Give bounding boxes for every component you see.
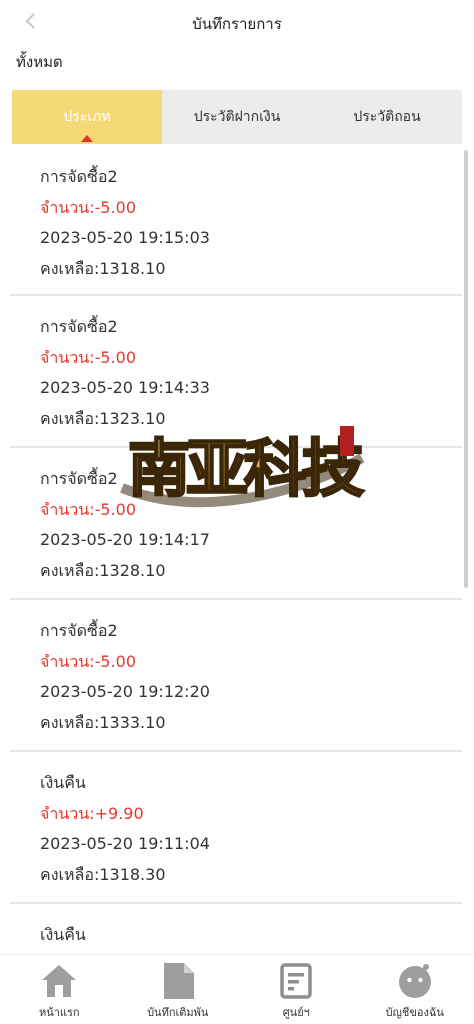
- tab-label: ประเภท: [63, 109, 111, 125]
- list-item: การจัดซื้อ2 จำนวน:-5.00 2023-05-20 19:15…: [10, 144, 462, 296]
- record-datetime: 2023-05-20 19:11:04: [40, 834, 210, 853]
- svg-text:南亚科技: 南亚科技: [128, 432, 364, 505]
- header: บันทึกรายการ: [0, 0, 474, 44]
- list-item: เงินคืน: [10, 904, 462, 954]
- tab-label: ประวัติฝากเงิน: [193, 109, 281, 125]
- record-datetime: 2023-05-20 19:14:33: [40, 378, 210, 397]
- record-balance: คงเหลือ:1318.10: [40, 258, 166, 278]
- list-item: การจัดซื้อ2 จำนวน:-5.00 2023-05-20 19:12…: [10, 600, 462, 752]
- record-title: การจัดซื้อ2: [40, 621, 118, 640]
- nav-center[interactable]: ศูนย์ฯ: [237, 955, 356, 1024]
- nav-my-account[interactable]: บัญชีของฉัน: [356, 955, 474, 1024]
- transaction-list[interactable]: การจัดซื้อ2 จำนวน:-5.00 2023-05-20 19:15…: [0, 144, 462, 954]
- nav-bet-records[interactable]: บันทึกเติมพัน: [119, 955, 238, 1024]
- nav-label: หน้าแรก: [38, 1006, 80, 1019]
- record-datetime: 2023-05-20 19:15:03: [40, 228, 210, 247]
- record-amount: จำนวน:-5.00: [40, 197, 137, 217]
- bottom-nav: หน้าแรก บันทึกเติมพัน ศูนย์ฯ บัญชีของฉัน: [0, 954, 474, 1024]
- notes-icon: [276, 961, 316, 1001]
- filter-selector[interactable]: ทั้งหมด: [16, 50, 63, 74]
- user-icon: [395, 961, 435, 1001]
- record-amount: จำนวน:-5.00: [40, 347, 137, 367]
- active-tab-caret-icon: [81, 135, 93, 142]
- home-icon: [39, 961, 79, 1001]
- nav-label: ศูนย์ฯ: [282, 1006, 310, 1019]
- nav-label: บัญชีของฉัน: [385, 1006, 444, 1019]
- nav-home[interactable]: หน้าแรก: [0, 955, 119, 1024]
- record-amount: จำนวน:-5.00: [40, 651, 137, 671]
- tab-deposit-history[interactable]: ประวัติฝากเงิน: [162, 90, 312, 144]
- tab-label: ประวัติถอน: [353, 109, 421, 125]
- brand-watermark-logo: 南亚科技: [118, 418, 369, 514]
- record-balance: คงเหลือ:1333.10: [40, 712, 166, 732]
- record-datetime: 2023-05-20 19:14:17: [40, 530, 210, 549]
- tab-type[interactable]: ประเภท: [12, 90, 162, 144]
- record-balance: คงเหลือ:1318.30: [40, 864, 166, 884]
- record-amount: จำนวน:+9.90: [40, 803, 144, 823]
- record-title: การจัดซื้อ2: [40, 317, 118, 336]
- list-item: เงินคืน จำนวน:+9.90 2023-05-20 19:11:04 …: [10, 752, 462, 904]
- tab-bar: ประเภท ประวัติฝากเงิน ประวัติถอน: [12, 90, 462, 144]
- record-title: การจัดซื้อ2: [40, 167, 118, 186]
- page-title: บันทึกรายการ: [192, 15, 282, 33]
- scrollbar[interactable]: [464, 150, 468, 588]
- nav-label: บันทึกเติมพัน: [147, 1006, 209, 1019]
- document-icon: [158, 961, 198, 1001]
- record-datetime: 2023-05-20 19:12:20: [40, 682, 210, 701]
- record-title: เงินคืน: [40, 773, 86, 792]
- record-balance: คงเหลือ:1328.10: [40, 560, 166, 580]
- record-title: เงินคืน: [40, 925, 86, 944]
- tab-withdraw-history[interactable]: ประวัติถอน: [312, 90, 462, 144]
